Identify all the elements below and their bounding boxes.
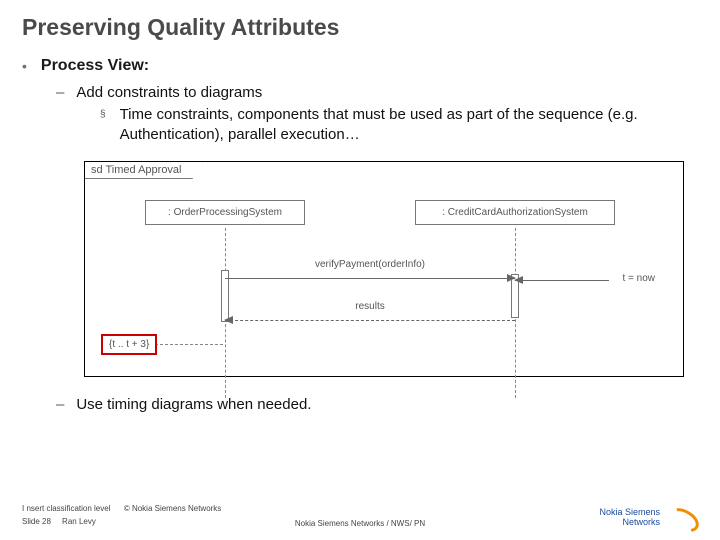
bullet-mark: –	[56, 395, 64, 415]
time-marker-label: t = now	[622, 273, 655, 284]
message-results: results	[225, 314, 515, 332]
author-name: Ran Levy	[62, 517, 96, 526]
bullet-mark: –	[56, 83, 64, 103]
footer-center-text: Nokia Siemens Networks / NWS/ PN	[295, 519, 425, 528]
bullet-text: Use timing diagrams when needed.	[76, 395, 311, 415]
bullet-level3: § Time constraints, components that must…	[100, 105, 698, 145]
slide-footer: I nsert classification level © Nokia Sie…	[22, 502, 698, 528]
time-constraint: {t .. t + 3}	[101, 334, 157, 355]
message-verify-payment: verifyPayment(orderInfo)	[225, 272, 515, 290]
sequence-diagram: sd Timed Approval : OrderProcessingSyste…	[84, 161, 686, 377]
bullet-mark: §	[100, 105, 106, 125]
bullet-text: Time constraints, components that must b…	[120, 105, 680, 145]
bullet-text: Add constraints to diagrams	[76, 83, 262, 103]
constraint-connector	[155, 344, 223, 345]
message-label: verifyPayment(orderInfo)	[225, 259, 515, 270]
swoosh-icon	[664, 506, 698, 528]
slide-number: Slide 28	[22, 517, 51, 526]
bullet-level1: • Process View:	[22, 55, 698, 77]
logo-text-line: Nokia Siemens	[599, 507, 660, 517]
bullet-text: Process View:	[41, 55, 149, 77]
lifeline-order-processing: : OrderProcessingSystem	[145, 200, 305, 225]
logo-text-line: Networks	[599, 517, 660, 527]
bullet-level2: – Add constraints to diagrams	[56, 83, 698, 103]
classification-label: I nsert classification level	[22, 504, 110, 513]
lifeline-credit-card-auth: : CreditCardAuthorizationSystem	[415, 200, 615, 225]
lifeline-head: : CreditCardAuthorizationSystem	[415, 200, 615, 225]
message-label: results	[225, 301, 515, 312]
slide-title: Preserving Quality Attributes	[22, 14, 698, 41]
arrow-left-icon	[224, 316, 233, 324]
lifeline-head: : OrderProcessingSystem	[145, 200, 305, 225]
nokia-siemens-logo: Nokia Siemens Networks	[599, 506, 698, 528]
copyright-label: © Nokia Siemens Networks	[124, 504, 221, 513]
sd-frame-label: sd Timed Approval	[85, 162, 203, 179]
bullet-level2: – Use timing diagrams when needed.	[56, 395, 698, 415]
bullet-mark: •	[22, 55, 27, 77]
arrow-left-icon	[514, 276, 523, 284]
time-marker: t = now	[515, 274, 655, 288]
